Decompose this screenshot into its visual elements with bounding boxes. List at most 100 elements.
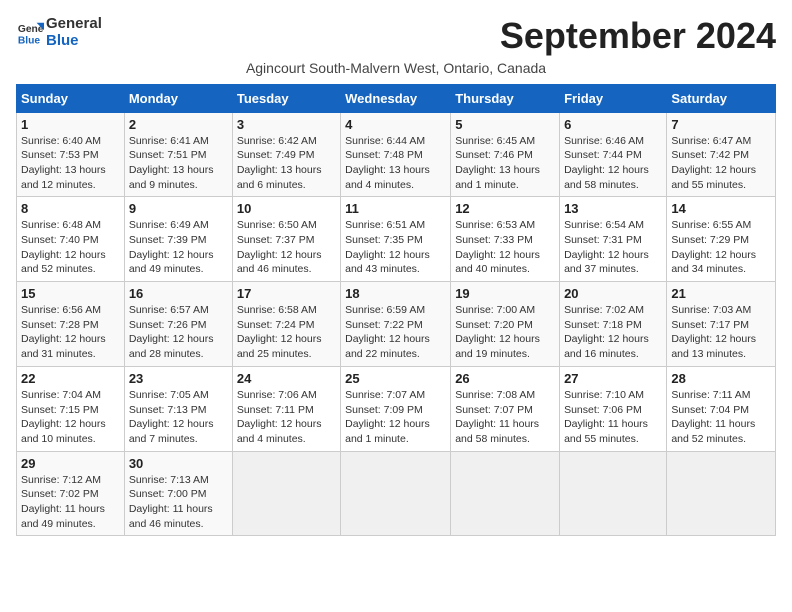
day-info: Sunrise: 7:03 AM Sunset: 7:17 PM Dayligh…: [671, 303, 771, 362]
day-info: Sunrise: 6:40 AM Sunset: 7:53 PM Dayligh…: [21, 134, 120, 193]
day-info: Sunrise: 6:49 AM Sunset: 7:39 PM Dayligh…: [129, 218, 228, 277]
calendar-cell: [451, 451, 560, 536]
day-number: 16: [129, 286, 228, 301]
day-number: 8: [21, 201, 120, 216]
calendar-cell: 24 Sunrise: 7:06 AM Sunset: 7:11 PM Dayl…: [232, 366, 340, 451]
calendar-cell: 15 Sunrise: 6:56 AM Sunset: 7:28 PM Dayl…: [17, 282, 125, 367]
day-info: Sunrise: 6:53 AM Sunset: 7:33 PM Dayligh…: [455, 218, 555, 277]
day-number: 3: [237, 117, 336, 132]
calendar-cell: 1 Sunrise: 6:40 AM Sunset: 7:53 PM Dayli…: [17, 112, 125, 197]
calendar-cell: 27 Sunrise: 7:10 AM Sunset: 7:06 PM Dayl…: [560, 366, 667, 451]
day-number: 13: [564, 201, 662, 216]
column-header-sunday: Sunday: [17, 84, 125, 112]
day-info: Sunrise: 7:12 AM Sunset: 7:02 PM Dayligh…: [21, 473, 120, 532]
day-number: 26: [455, 371, 555, 386]
calendar-cell: 12 Sunrise: 6:53 AM Sunset: 7:33 PM Dayl…: [451, 197, 560, 282]
day-info: Sunrise: 7:13 AM Sunset: 7:00 PM Dayligh…: [129, 473, 228, 532]
day-info: Sunrise: 6:47 AM Sunset: 7:42 PM Dayligh…: [671, 134, 771, 193]
day-info: Sunrise: 6:41 AM Sunset: 7:51 PM Dayligh…: [129, 134, 228, 193]
day-info: Sunrise: 7:06 AM Sunset: 7:11 PM Dayligh…: [237, 388, 336, 447]
day-info: Sunrise: 6:57 AM Sunset: 7:26 PM Dayligh…: [129, 303, 228, 362]
location-title: Agincourt South-Malvern West, Ontario, C…: [16, 60, 776, 76]
day-info: Sunrise: 6:56 AM Sunset: 7:28 PM Dayligh…: [21, 303, 120, 362]
day-info: Sunrise: 7:02 AM Sunset: 7:18 PM Dayligh…: [564, 303, 662, 362]
day-number: 15: [21, 286, 120, 301]
month-title: September 2024: [500, 16, 776, 56]
calendar-cell: [341, 451, 451, 536]
calendar-cell: 11 Sunrise: 6:51 AM Sunset: 7:35 PM Dayl…: [341, 197, 451, 282]
calendar-cell: 2 Sunrise: 6:41 AM Sunset: 7:51 PM Dayli…: [124, 112, 232, 197]
day-number: 14: [671, 201, 771, 216]
logo-icon: General Blue: [16, 19, 44, 47]
day-info: Sunrise: 7:05 AM Sunset: 7:13 PM Dayligh…: [129, 388, 228, 447]
day-number: 28: [671, 371, 771, 386]
day-number: 7: [671, 117, 771, 132]
day-number: 30: [129, 456, 228, 471]
calendar-cell: 25 Sunrise: 7:07 AM Sunset: 7:09 PM Dayl…: [341, 366, 451, 451]
column-header-saturday: Saturday: [667, 84, 776, 112]
calendar-cell: 8 Sunrise: 6:48 AM Sunset: 7:40 PM Dayli…: [17, 197, 125, 282]
column-header-tuesday: Tuesday: [232, 84, 340, 112]
day-info: Sunrise: 6:42 AM Sunset: 7:49 PM Dayligh…: [237, 134, 336, 193]
day-info: Sunrise: 6:45 AM Sunset: 7:46 PM Dayligh…: [455, 134, 555, 193]
calendar-cell: 14 Sunrise: 6:55 AM Sunset: 7:29 PM Dayl…: [667, 197, 776, 282]
calendar-cell: 23 Sunrise: 7:05 AM Sunset: 7:13 PM Dayl…: [124, 366, 232, 451]
day-number: 2: [129, 117, 228, 132]
day-number: 9: [129, 201, 228, 216]
svg-text:Blue: Blue: [18, 35, 41, 46]
calendar-cell: 21 Sunrise: 7:03 AM Sunset: 7:17 PM Dayl…: [667, 282, 776, 367]
calendar-cell: 17 Sunrise: 6:58 AM Sunset: 7:24 PM Dayl…: [232, 282, 340, 367]
day-info: Sunrise: 6:55 AM Sunset: 7:29 PM Dayligh…: [671, 218, 771, 277]
day-number: 23: [129, 371, 228, 386]
day-info: Sunrise: 6:48 AM Sunset: 7:40 PM Dayligh…: [21, 218, 120, 277]
day-number: 27: [564, 371, 662, 386]
day-number: 6: [564, 117, 662, 132]
day-number: 22: [21, 371, 120, 386]
column-header-monday: Monday: [124, 84, 232, 112]
day-info: Sunrise: 7:08 AM Sunset: 7:07 PM Dayligh…: [455, 388, 555, 447]
day-info: Sunrise: 6:59 AM Sunset: 7:22 PM Dayligh…: [345, 303, 446, 362]
day-info: Sunrise: 6:44 AM Sunset: 7:48 PM Dayligh…: [345, 134, 446, 193]
calendar-cell: [232, 451, 340, 536]
day-number: 21: [671, 286, 771, 301]
calendar-cell: 29 Sunrise: 7:12 AM Sunset: 7:02 PM Dayl…: [17, 451, 125, 536]
logo-text-general: General: [46, 16, 102, 33]
day-number: 11: [345, 201, 446, 216]
day-info: Sunrise: 6:58 AM Sunset: 7:24 PM Dayligh…: [237, 303, 336, 362]
day-info: Sunrise: 7:10 AM Sunset: 7:06 PM Dayligh…: [564, 388, 662, 447]
calendar-cell: 20 Sunrise: 7:02 AM Sunset: 7:18 PM Dayl…: [560, 282, 667, 367]
calendar-cell: 3 Sunrise: 6:42 AM Sunset: 7:49 PM Dayli…: [232, 112, 340, 197]
calendar-cell: 18 Sunrise: 6:59 AM Sunset: 7:22 PM Dayl…: [341, 282, 451, 367]
calendar-cell: 19 Sunrise: 7:00 AM Sunset: 7:20 PM Dayl…: [451, 282, 560, 367]
calendar-cell: [560, 451, 667, 536]
calendar-cell: 13 Sunrise: 6:54 AM Sunset: 7:31 PM Dayl…: [560, 197, 667, 282]
day-number: 19: [455, 286, 555, 301]
day-number: 10: [237, 201, 336, 216]
calendar-cell: 10 Sunrise: 6:50 AM Sunset: 7:37 PM Dayl…: [232, 197, 340, 282]
calendar-cell: 26 Sunrise: 7:08 AM Sunset: 7:07 PM Dayl…: [451, 366, 560, 451]
calendar-cell: 22 Sunrise: 7:04 AM Sunset: 7:15 PM Dayl…: [17, 366, 125, 451]
day-info: Sunrise: 6:46 AM Sunset: 7:44 PM Dayligh…: [564, 134, 662, 193]
calendar-cell: 30 Sunrise: 7:13 AM Sunset: 7:00 PM Dayl…: [124, 451, 232, 536]
day-number: 25: [345, 371, 446, 386]
column-header-thursday: Thursday: [451, 84, 560, 112]
day-number: 1: [21, 117, 120, 132]
day-number: 18: [345, 286, 446, 301]
day-number: 4: [345, 117, 446, 132]
day-number: 5: [455, 117, 555, 132]
day-info: Sunrise: 6:51 AM Sunset: 7:35 PM Dayligh…: [345, 218, 446, 277]
day-number: 29: [21, 456, 120, 471]
day-info: Sunrise: 6:50 AM Sunset: 7:37 PM Dayligh…: [237, 218, 336, 277]
calendar-cell: 4 Sunrise: 6:44 AM Sunset: 7:48 PM Dayli…: [341, 112, 451, 197]
calendar-cell: 6 Sunrise: 6:46 AM Sunset: 7:44 PM Dayli…: [560, 112, 667, 197]
day-number: 17: [237, 286, 336, 301]
day-info: Sunrise: 7:04 AM Sunset: 7:15 PM Dayligh…: [21, 388, 120, 447]
day-number: 12: [455, 201, 555, 216]
day-info: Sunrise: 6:54 AM Sunset: 7:31 PM Dayligh…: [564, 218, 662, 277]
day-info: Sunrise: 7:00 AM Sunset: 7:20 PM Dayligh…: [455, 303, 555, 362]
column-header-friday: Friday: [560, 84, 667, 112]
calendar-cell: 16 Sunrise: 6:57 AM Sunset: 7:26 PM Dayl…: [124, 282, 232, 367]
column-header-wednesday: Wednesday: [341, 84, 451, 112]
calendar-cell: 28 Sunrise: 7:11 AM Sunset: 7:04 PM Dayl…: [667, 366, 776, 451]
day-info: Sunrise: 7:11 AM Sunset: 7:04 PM Dayligh…: [671, 388, 771, 447]
